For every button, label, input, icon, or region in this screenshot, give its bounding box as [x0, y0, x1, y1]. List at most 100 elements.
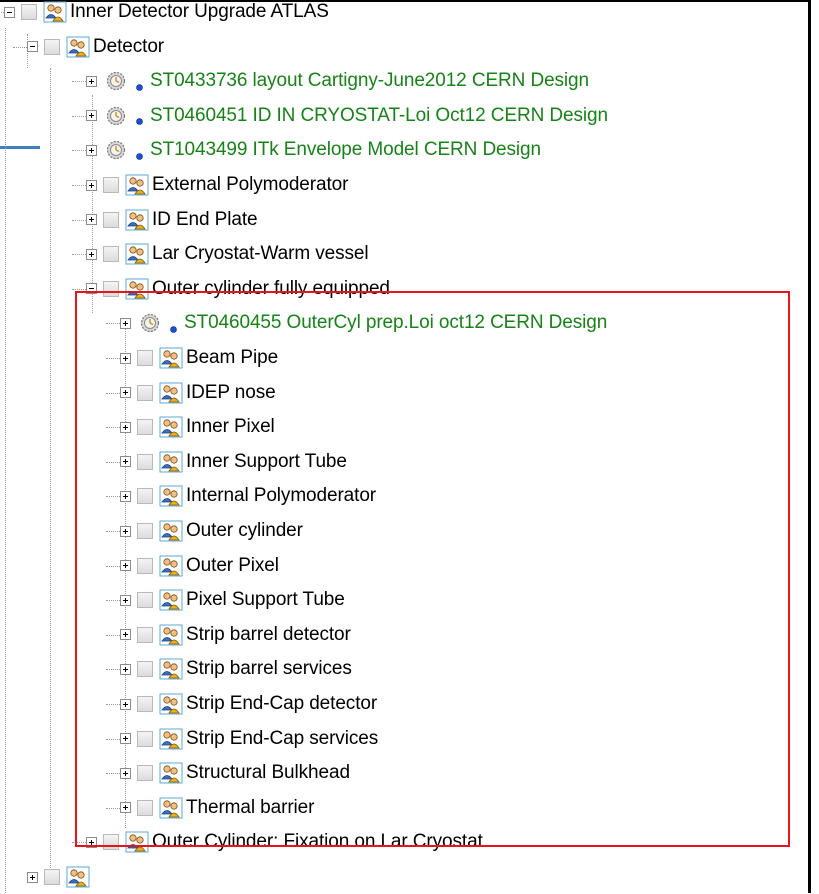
row-checkbox[interactable] — [103, 280, 119, 297]
tree-item-assembly[interactable]: Outer cylinder — [120, 514, 303, 548]
user-group-icon — [159, 728, 183, 750]
tree-item-assembly[interactable]: Strip barrel services — [120, 652, 352, 686]
user-group-icon — [159, 797, 183, 819]
tree-item-label: Strip End-Cap services — [186, 727, 379, 749]
tree-item-configuration[interactable]: ST1043499 ITk Envelope Model CERN Design — [86, 133, 541, 167]
tree-item-assembly[interactable]: Inner Support Tube — [120, 445, 347, 479]
tree-item-detector[interactable]: Detector — [27, 30, 164, 64]
expand-toggle[interactable] — [86, 144, 97, 156]
row-checkbox[interactable] — [137, 765, 153, 782]
gear-clock-icon — [106, 71, 126, 91]
user-group-icon — [159, 382, 183, 404]
tree-item-label: Inner Detector Upgrade ATLAS — [70, 1, 329, 22]
expand-toggle[interactable] — [120, 698, 131, 710]
row-checkbox[interactable] — [137, 453, 153, 470]
tree-item-assembly[interactable]: External Polymoderator — [86, 168, 348, 202]
tree-item-assembly[interactable]: Inner Pixel — [120, 410, 275, 444]
gear-clock-icon — [106, 106, 126, 126]
row-checkbox[interactable] — [103, 246, 119, 263]
row-checkbox[interactable] — [21, 4, 37, 20]
tree-item-label: External Polymoderator — [152, 174, 349, 195]
collapse-toggle[interactable] — [27, 41, 38, 53]
tree-item-configuration[interactable]: ST0460455 OuterCyl prep.Loi oct12 CERN D… — [120, 306, 607, 340]
tree-item-assembly[interactable]: ID End Plate — [86, 203, 258, 237]
row-checkbox[interactable] — [44, 38, 60, 55]
expand-toggle[interactable] — [120, 663, 131, 675]
row-checkbox[interactable] — [137, 626, 153, 643]
expand-toggle[interactable] — [120, 421, 131, 433]
row-checkbox — [44, 869, 60, 885]
row-checkbox[interactable] — [103, 834, 119, 851]
expand-toggle[interactable] — [120, 456, 131, 468]
expand-toggle[interactable] — [86, 75, 97, 87]
expand-toggle[interactable] — [120, 490, 131, 502]
row-checkbox[interactable] — [137, 523, 153, 539]
expand-toggle[interactable] — [120, 767, 131, 779]
tree-item-assembly[interactable]: Internal Polymoderator — [120, 479, 376, 513]
tree-item-assembly[interactable]: Pixel Support Tube — [120, 583, 345, 617]
blue-dot-icon — [136, 147, 143, 160]
user-group-icon — [159, 520, 183, 542]
expand-toggle[interactable] — [120, 560, 131, 572]
row-checkbox[interactable] — [137, 419, 153, 436]
expand-toggle[interactable] — [86, 214, 97, 226]
expand-toggle[interactable] — [120, 594, 131, 606]
tree-connector — [106, 358, 120, 359]
expand-toggle[interactable] — [120, 317, 131, 329]
tree-item-root[interactable]: Inner Detector Upgrade ATLAS — [4, 0, 329, 29]
row-checkbox[interactable] — [137, 488, 153, 505]
expand-toggle[interactable] — [86, 110, 97, 122]
row-checkbox[interactable] — [137, 592, 153, 609]
user-group-icon — [159, 555, 183, 577]
tree-connector — [13, 46, 27, 48]
expand-toggle[interactable] — [120, 629, 131, 641]
tree-item-label: Lar Cryostat-Warm vessel — [152, 243, 369, 265]
row-checkbox[interactable] — [137, 730, 153, 747]
tree-connector — [106, 807, 120, 809]
row-checkbox[interactable] — [137, 661, 153, 678]
blue-dot-icon — [136, 78, 143, 91]
row-checkbox[interactable] — [137, 696, 153, 712]
row-checkbox[interactable] — [103, 211, 119, 228]
tree-item-assembly[interactable]: Outer cylinder fully equipped — [86, 272, 390, 306]
tree-connector — [72, 254, 86, 256]
row-checkbox[interactable] — [137, 557, 153, 574]
tree-item-label: IDEP nose — [186, 381, 276, 403]
tree-item-assembly[interactable]: Strip End-Cap detector — [120, 687, 377, 721]
tree-connector — [106, 600, 120, 602]
expand-toggle[interactable] — [120, 352, 131, 364]
tree-item-label: Thermal barrier — [186, 796, 315, 818]
tree-item-assembly[interactable]: IDEP nose — [120, 376, 276, 410]
row-checkbox[interactable] — [137, 384, 153, 401]
expand-toggle — [27, 871, 38, 883]
tree-item-assembly[interactable]: Outer Cylinder: Fixation on Lar Cryostat — [86, 825, 483, 859]
tree-item-configuration[interactable]: ST0433736 layout Cartigny-June2012 CERN … — [86, 64, 589, 98]
expand-toggle[interactable] — [86, 836, 97, 848]
tree-item-assembly[interactable]: Structural Bulkhead — [120, 756, 350, 790]
tree-connector — [106, 704, 120, 705]
tree-connector — [72, 219, 86, 221]
expand-toggle[interactable] — [120, 733, 131, 745]
tree-connector — [5, 28, 6, 893]
tree-connector — [106, 392, 120, 394]
tree-item-assembly[interactable]: Lar Cryostat-Warm vessel — [86, 237, 369, 271]
expand-toggle[interactable] — [86, 248, 97, 260]
tree-item-partial — [27, 860, 93, 894]
expand-toggle[interactable] — [86, 179, 97, 191]
row-checkbox[interactable] — [137, 350, 153, 366]
expand-toggle[interactable] — [120, 802, 131, 814]
tree-item-assembly[interactable]: Strip barrel detector — [120, 618, 351, 652]
tree-item-assembly[interactable]: Thermal barrier — [120, 791, 314, 825]
collapse-toggle[interactable] — [4, 6, 15, 18]
expand-toggle[interactable] — [120, 387, 131, 399]
tree-item-assembly[interactable]: Strip End-Cap services — [120, 722, 378, 756]
tree-item-assembly[interactable]: Beam Pipe — [120, 341, 278, 375]
tree-connector — [106, 427, 120, 429]
expand-toggle[interactable] — [120, 525, 131, 537]
tree-item-configuration[interactable]: ST0460451 ID IN CRYOSTAT-Loi Oct12 CERN … — [86, 99, 608, 133]
row-checkbox[interactable] — [137, 799, 153, 816]
tree-item-assembly[interactable]: Outer Pixel — [120, 549, 279, 583]
row-checkbox[interactable] — [103, 177, 119, 193]
collapse-toggle[interactable] — [86, 283, 97, 295]
user-group-icon — [125, 174, 149, 196]
